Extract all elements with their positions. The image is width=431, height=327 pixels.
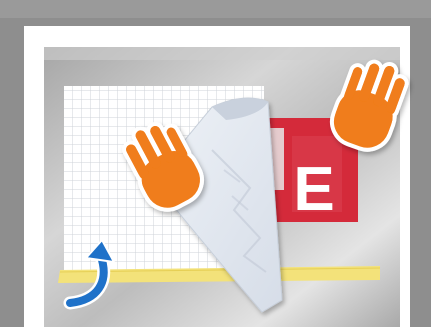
sticker-application-illustration: E <box>0 0 431 327</box>
illustration-stage: E <box>0 0 431 327</box>
sticker-letter: E <box>293 155 334 224</box>
